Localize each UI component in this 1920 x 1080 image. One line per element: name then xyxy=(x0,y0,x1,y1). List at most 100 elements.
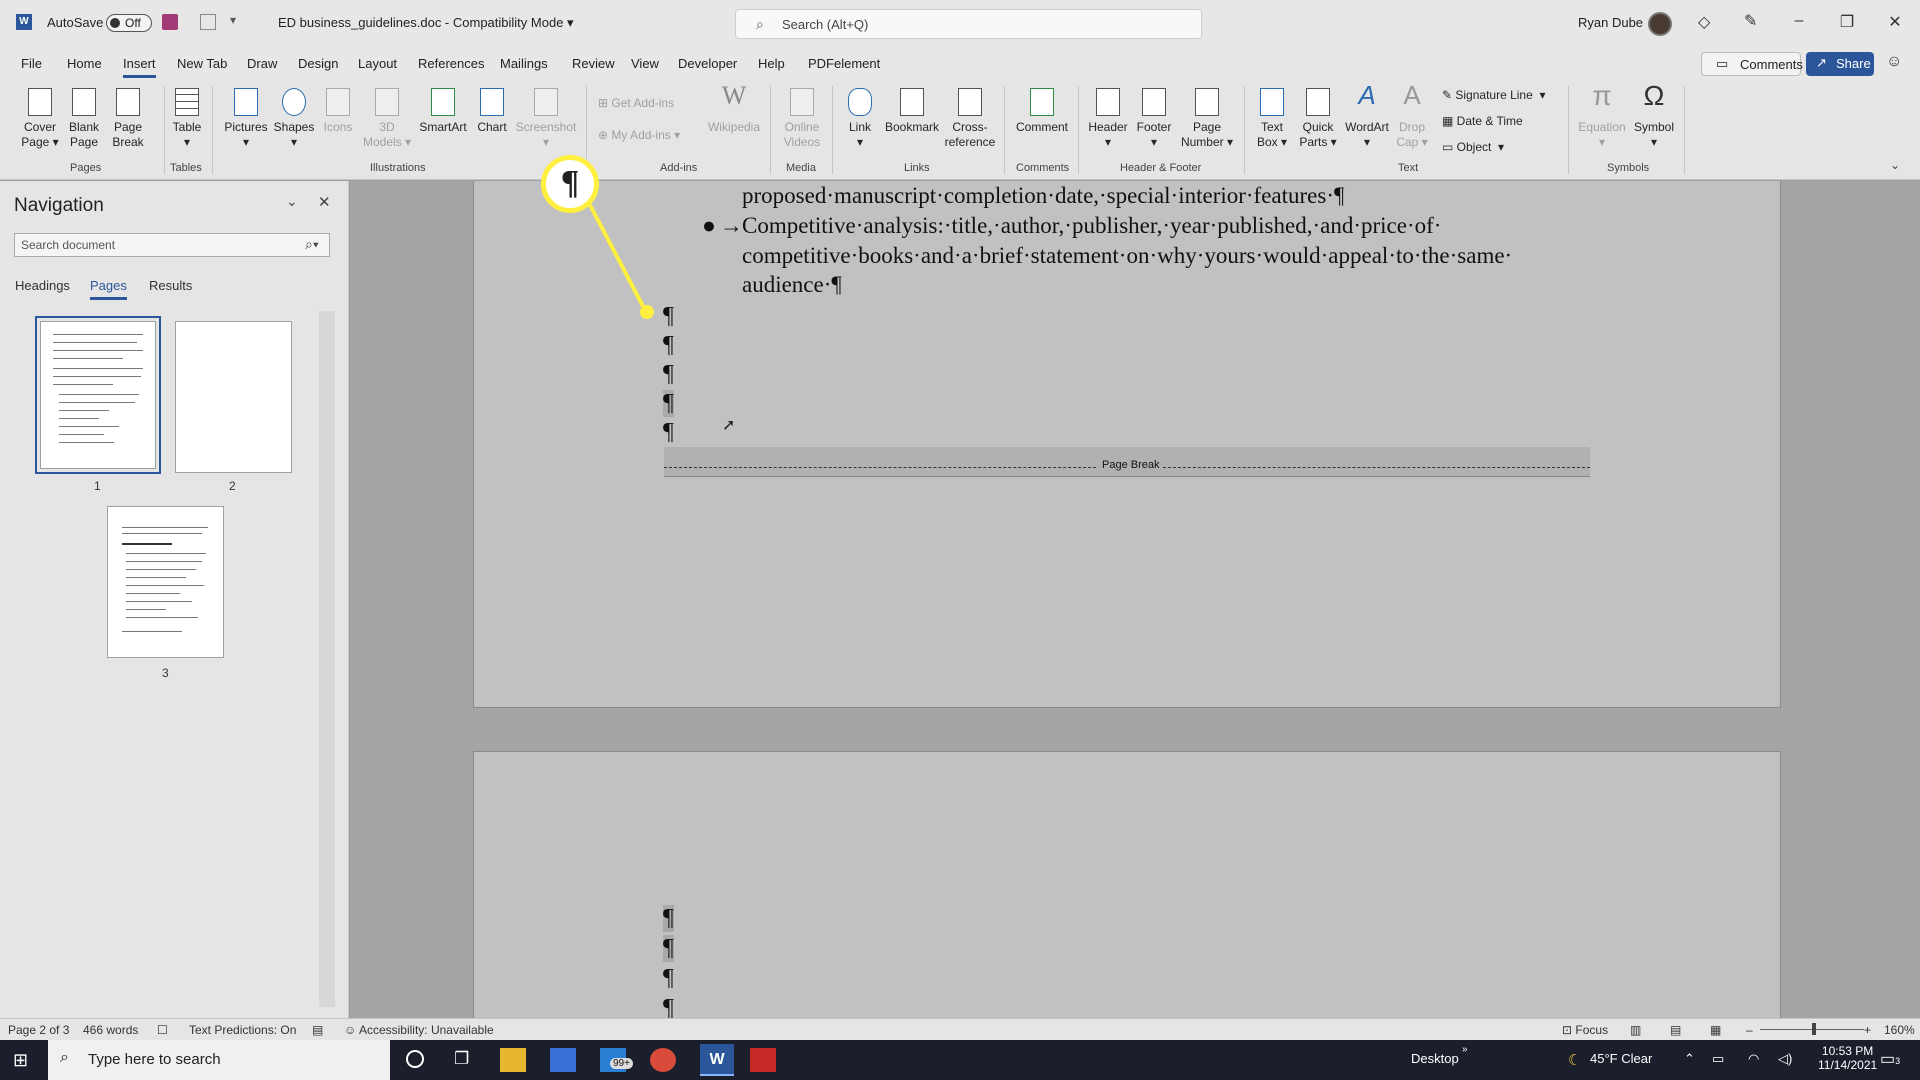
menu-file[interactable]: File xyxy=(21,56,42,71)
mail-icon[interactable]: 99+ xyxy=(600,1048,633,1072)
page-number-button[interactable]: Page Number ▾ xyxy=(1178,88,1236,150)
zoom-slider-thumb[interactable] xyxy=(1812,1023,1816,1035)
customize-qat-icon[interactable]: ▾ xyxy=(230,13,236,27)
date-time-button[interactable]: ▦ Date & Time xyxy=(1442,114,1523,128)
page-thumbnail-3[interactable] xyxy=(107,506,224,658)
quick-parts-button[interactable]: Quick Parts ▾ xyxy=(1296,88,1340,150)
link-button[interactable]: Link ▾ xyxy=(840,88,880,150)
notification-icon[interactable]: ▭3 xyxy=(1880,1049,1900,1069)
chart-button[interactable]: Chart xyxy=(474,88,510,135)
battery-icon[interactable]: ▭ xyxy=(1712,1051,1724,1067)
desktop-expand-icon[interactable]: » xyxy=(1462,1044,1468,1055)
diamond-icon[interactable]: ◇ xyxy=(1698,12,1710,32)
cortana-icon[interactable] xyxy=(406,1050,424,1068)
blank-page-button[interactable]: Blank Page xyxy=(66,88,102,150)
menu-design[interactable]: Design xyxy=(298,56,338,71)
store-icon[interactable] xyxy=(550,1048,576,1072)
tab-results[interactable]: Results xyxy=(149,278,192,293)
paragraph-mark[interactable]: ¶ xyxy=(663,303,674,330)
paragraph-mark[interactable]: ¶ xyxy=(663,332,674,359)
undo-icon[interactable] xyxy=(200,14,216,30)
menu-help[interactable]: Help xyxy=(758,56,785,71)
clock[interactable]: 10:53 PM 11/14/2021 xyxy=(1818,1044,1877,1072)
object-button[interactable]: ▭ Object ▾ xyxy=(1442,140,1504,154)
taskbar-search[interactable]: ⌕ Type here to search xyxy=(48,1040,390,1080)
body-text-line[interactable]: proposed·manuscript·completion·date,·spe… xyxy=(742,181,1344,211)
minimize-button[interactable]: – xyxy=(1784,12,1814,30)
menu-insert[interactable]: Insert xyxy=(123,56,156,78)
text-predictions[interactable]: Text Predictions: On xyxy=(189,1023,296,1037)
read-mode-icon[interactable]: ▥ xyxy=(1630,1023,1641,1037)
bookmark-button[interactable]: Bookmark xyxy=(882,88,942,135)
zoom-out-icon[interactable]: – xyxy=(1746,1023,1753,1037)
nav-scrollbar[interactable] xyxy=(319,311,335,1007)
web-layout-icon[interactable]: ▦ xyxy=(1710,1023,1721,1037)
page-thumbnail-2[interactable] xyxy=(175,321,292,473)
word-count[interactable]: 466 words xyxy=(83,1023,138,1037)
weather-text[interactable]: 45°F Clear xyxy=(1590,1051,1652,1066)
task-view-icon[interactable]: ❐ xyxy=(454,1049,469,1069)
close-icon[interactable]: ✕ xyxy=(318,193,331,211)
menu-pdfelement[interactable]: PDFelement xyxy=(808,56,880,71)
body-text-line[interactable]: competitive·books·and·a·brief·statement·… xyxy=(742,241,1512,271)
symbol-button[interactable]: Ω Symbol ▾ xyxy=(1630,82,1678,150)
smartart-button[interactable]: SmartArt xyxy=(418,88,468,135)
zoom-level[interactable]: 160% xyxy=(1884,1023,1915,1037)
search-document-input[interactable]: Search document ⌕▾ xyxy=(14,233,330,257)
drop-cap-button[interactable]: A Drop Cap ▾ xyxy=(1394,82,1430,150)
desktop-toolbar[interactable]: Desktop xyxy=(1411,1051,1459,1066)
paragraph-mark[interactable]: ¶ xyxy=(663,935,674,962)
paragraph-mark[interactable]: ¶ xyxy=(663,390,674,417)
menu-mailings[interactable]: Mailings xyxy=(500,56,548,71)
menu-new-tab[interactable]: New Tab xyxy=(177,56,227,71)
restore-button[interactable]: ❐ xyxy=(1832,12,1862,32)
menu-developer[interactable]: Developer xyxy=(678,56,737,71)
search-box[interactable]: ⌕ Search (Alt+Q) xyxy=(735,9,1202,39)
chrome-icon[interactable] xyxy=(650,1048,676,1072)
paragraph-mark[interactable]: ¶ xyxy=(663,419,674,446)
page-count[interactable]: Page 2 of 3 xyxy=(8,1023,69,1037)
wikipedia-button[interactable]: W Wikipedia xyxy=(706,83,762,135)
save-icon[interactable] xyxy=(162,14,178,30)
pen-icon[interactable]: ✎ xyxy=(1744,11,1757,31)
table-button[interactable]: Table ▾ xyxy=(168,88,206,150)
zoom-in-icon[interactable]: + xyxy=(1864,1023,1871,1037)
header-button[interactable]: Header ▾ xyxy=(1086,88,1130,150)
volume-icon[interactable]: ◁) xyxy=(1778,1051,1792,1067)
collapse-ribbon-icon[interactable]: ⌄ xyxy=(1890,158,1900,172)
body-text-line[interactable]: Competitive·analysis:·title,·author,·pub… xyxy=(742,211,1441,241)
tab-pages[interactable]: Pages xyxy=(90,278,127,300)
cross-reference-button[interactable]: Cross-reference xyxy=(940,88,1000,150)
word-taskbar-icon[interactable]: W xyxy=(700,1044,734,1076)
signature-line-button[interactable]: ✎ Signature Line ▾ xyxy=(1442,88,1545,102)
proofing-icon[interactable]: ☐ xyxy=(157,1023,168,1037)
file-explorer-icon[interactable] xyxy=(500,1048,526,1072)
equation-button[interactable]: π Equation ▾ xyxy=(1576,82,1628,150)
comments-button[interactable]: ▭ Comments xyxy=(1701,52,1803,76)
menu-layout[interactable]: Layout xyxy=(358,56,397,71)
wordart-button[interactable]: A WordArt ▾ xyxy=(1342,82,1392,150)
menu-view[interactable]: View xyxy=(631,56,659,71)
share-button[interactable]: ↗ Share xyxy=(1806,52,1874,76)
icons-button[interactable]: Icons xyxy=(320,88,356,135)
avatar[interactable] xyxy=(1648,12,1672,36)
comment-button[interactable]: Comment xyxy=(1012,88,1072,135)
online-videos-button[interactable]: Online Videos xyxy=(778,88,826,150)
autosave-toggle[interactable]: Off xyxy=(106,14,152,32)
footer-button[interactable]: Footer ▾ xyxy=(1132,88,1176,150)
menu-home[interactable]: Home xyxy=(67,56,102,71)
page-thumbnail-1[interactable] xyxy=(35,316,161,474)
windows-start-icon[interactable]: ⊞ xyxy=(13,1050,28,1071)
shapes-button[interactable]: Shapes ▾ xyxy=(273,88,315,150)
paragraph-mark[interactable]: ¶ xyxy=(663,965,674,992)
my-addins-button[interactable]: ⊕ My Add-ins ▾ xyxy=(598,128,680,142)
weather-moon-icon[interactable]: ☾ xyxy=(1568,1051,1581,1069)
user-name[interactable]: Ryan Dube xyxy=(1578,15,1643,30)
paragraph-mark[interactable]: ¶ xyxy=(663,905,674,932)
page-break-button[interactable]: Page Break xyxy=(108,88,148,150)
document-title[interactable]: ED business_guidelines.doc - Compatibili… xyxy=(278,15,574,31)
screenshot-button[interactable]: Screenshot ▾ xyxy=(514,88,578,150)
cover-page-button[interactable]: Cover Page ▾ xyxy=(18,88,62,150)
search-icon[interactable]: ⌕▾ xyxy=(305,236,319,253)
paragraph-mark[interactable]: ¶ xyxy=(663,361,674,388)
